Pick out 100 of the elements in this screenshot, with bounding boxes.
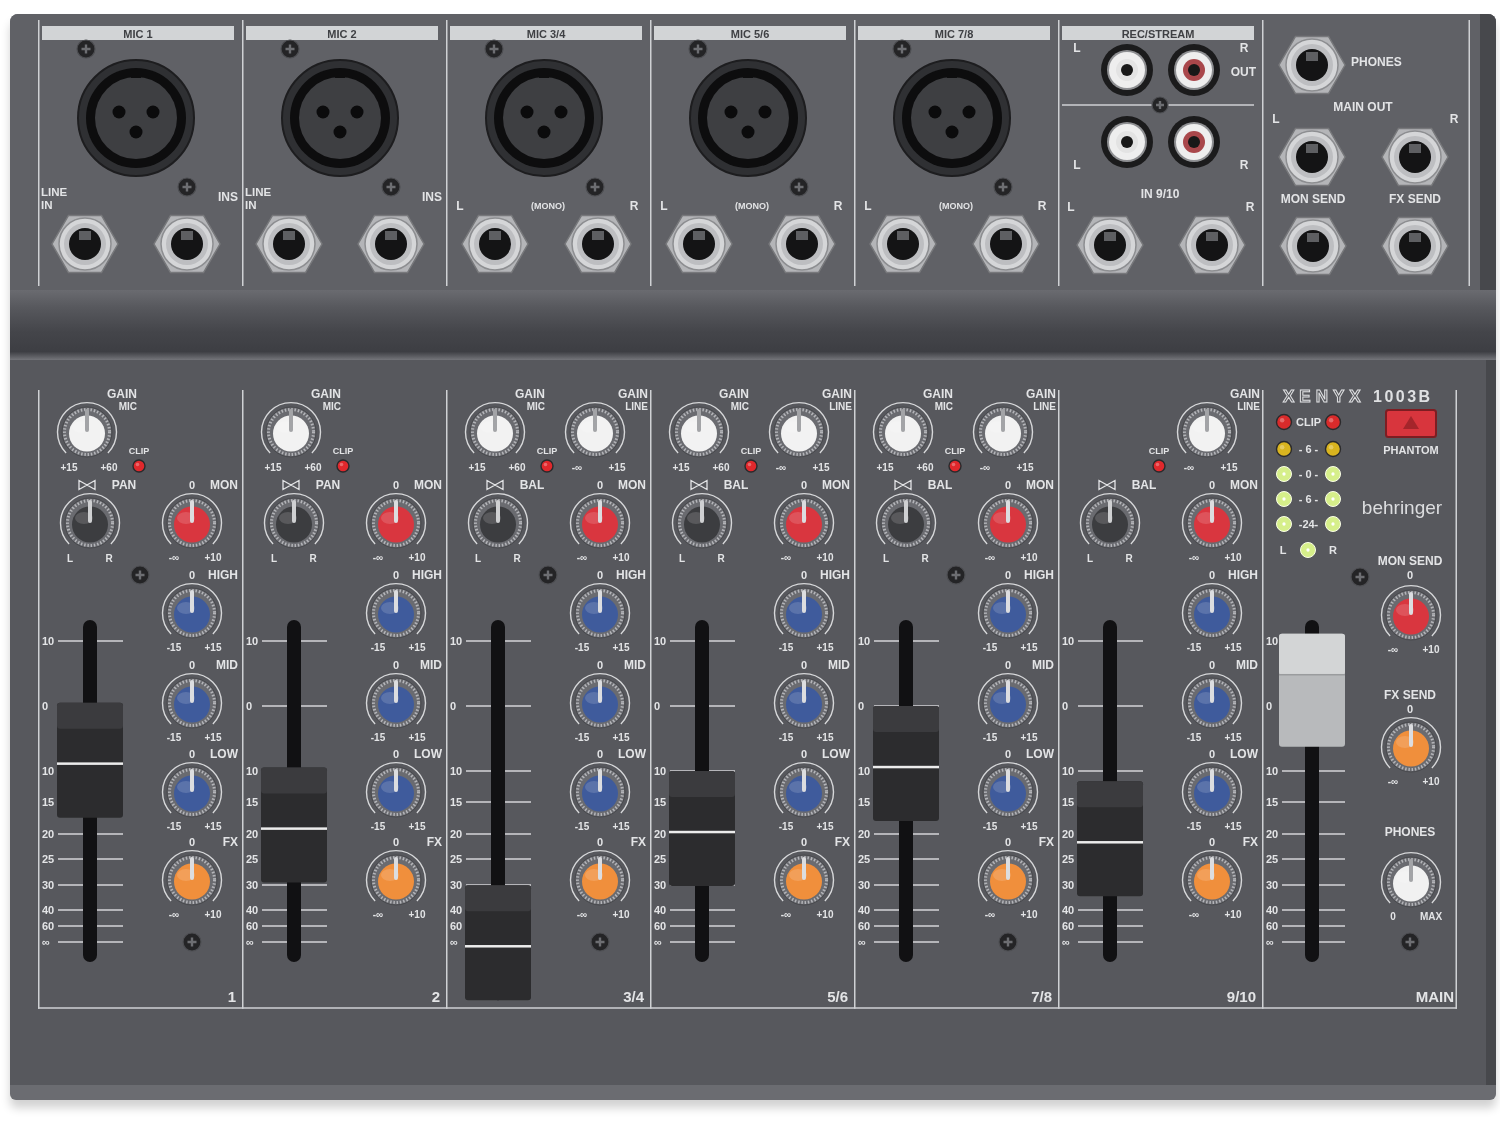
fader-scale-label: 20 [42, 828, 55, 840]
eq-knob[interactable] [161, 582, 223, 639]
knob-scale-label: +15 [816, 641, 834, 653]
knob-scale-label: -∞ [372, 908, 384, 920]
eq-knob[interactable] [1181, 672, 1243, 729]
fader-scale-label: 15 [858, 796, 871, 808]
rca-socket [1101, 116, 1153, 168]
screw-icon [484, 39, 504, 59]
gain-knob[interactable] [972, 401, 1034, 458]
jack-socket [768, 214, 836, 274]
fader-scale-label: 10 [246, 635, 259, 647]
knob-label: FX SEND [1384, 688, 1436, 702]
screw-icon [130, 565, 150, 585]
eq-knob[interactable] [365, 672, 427, 729]
mon-knob[interactable] [1181, 492, 1243, 549]
knob-label: HIGH [820, 568, 850, 582]
eq-knob[interactable] [773, 761, 835, 818]
eq-knob[interactable] [977, 582, 1039, 639]
jack-socket [1381, 216, 1449, 276]
knob-scale-label: +15 [408, 641, 426, 653]
pan-knob[interactable] [263, 492, 325, 549]
fader-scale-label: 40 [654, 904, 667, 916]
pan-label: BAL [1131, 478, 1157, 492]
gain-knob[interactable] [564, 401, 626, 458]
gain-knob[interactable] [1176, 401, 1238, 458]
fader-cap[interactable] [465, 885, 531, 1001]
fader-track[interactable] [1077, 620, 1143, 962]
clip-label: CLIP [128, 446, 150, 456]
fx-knob[interactable] [773, 849, 835, 906]
gain-knob[interactable] [668, 401, 730, 458]
knob-scale-label: +10 [1020, 908, 1038, 920]
knob-scale-label: -15 [166, 820, 182, 832]
jack-socket [1279, 216, 1347, 276]
gain-knob[interactable] [768, 401, 830, 458]
bowtie-icon [486, 479, 504, 491]
knob-label: MON SEND [1377, 554, 1443, 568]
fader-track[interactable] [57, 620, 123, 962]
eq-knob[interactable] [161, 672, 223, 729]
eq-knob[interactable] [773, 582, 835, 639]
knob-scale-label: +10 [816, 551, 834, 563]
fx-knob[interactable] [569, 849, 631, 906]
eq-knob[interactable] [569, 672, 631, 729]
fader-track[interactable] [261, 620, 327, 962]
knob-center-label: 0 [800, 569, 808, 581]
fx-knob[interactable] [1181, 849, 1243, 906]
jack-label: L [660, 199, 668, 213]
eq-knob[interactable] [977, 761, 1039, 818]
fader-cap[interactable] [261, 767, 327, 883]
fader-track[interactable] [669, 620, 735, 962]
pan-knob[interactable] [467, 492, 529, 549]
fader-track[interactable] [465, 620, 531, 1001]
gain-source-label: MIC [322, 400, 341, 412]
pan-knob[interactable] [59, 492, 121, 549]
mon-knob[interactable] [1380, 584, 1442, 641]
fader-scale-label: 60 [654, 920, 667, 932]
mon-knob[interactable] [569, 492, 631, 549]
fx-knob[interactable] [977, 849, 1039, 906]
channel-number: 1 [227, 987, 236, 1005]
knob-scale-label: L [474, 552, 482, 564]
fader-cap[interactable] [1077, 781, 1143, 897]
fader-track[interactable] [1279, 620, 1345, 962]
knob-label: MON [1026, 478, 1054, 492]
gain-source-label: LINE [625, 400, 648, 412]
mon-knob[interactable] [365, 492, 427, 549]
pan-knob[interactable] [875, 492, 937, 549]
phones-knob[interactable] [1380, 851, 1442, 908]
fx-knob[interactable] [365, 849, 427, 906]
mon-knob[interactable] [773, 492, 835, 549]
gain-knob[interactable] [464, 401, 526, 458]
eq-knob[interactable] [1181, 761, 1243, 818]
knob-scale-label: -15 [574, 641, 590, 653]
gain-knob[interactable] [872, 401, 934, 458]
fx-knob[interactable] [161, 849, 223, 906]
knob-scale-label: +60 [508, 461, 526, 473]
jack-label: INS [422, 190, 442, 204]
eq-knob[interactable] [161, 761, 223, 818]
knob-scale-label: -15 [1186, 731, 1202, 743]
eq-knob[interactable] [569, 582, 631, 639]
eq-knob[interactable] [569, 761, 631, 818]
eq-knob[interactable] [977, 672, 1039, 729]
led-icon [336, 459, 350, 473]
eq-knob[interactable] [773, 672, 835, 729]
fader-cap[interactable] [57, 702, 123, 818]
knob-scale-label: +15 [1020, 820, 1038, 832]
fader-scale-label: 15 [1062, 796, 1075, 808]
eq-knob[interactable] [365, 761, 427, 818]
pan-knob[interactable] [1079, 492, 1141, 549]
gain-label: GAIN [311, 387, 341, 401]
gain-knob[interactable] [56, 401, 118, 458]
mon-knob[interactable] [161, 492, 223, 549]
fader-scale-label: 10 [450, 635, 463, 647]
pan-knob[interactable] [671, 492, 733, 549]
fader-scale-label: 10 [858, 765, 871, 777]
fx-knob[interactable] [1380, 716, 1442, 773]
eq-knob[interactable] [365, 582, 427, 639]
fader-track[interactable] [873, 620, 939, 962]
eq-knob[interactable] [1181, 582, 1243, 639]
fader-scale-label: ∞ [42, 936, 50, 948]
gain-knob[interactable] [260, 401, 322, 458]
mon-knob[interactable] [977, 492, 1039, 549]
